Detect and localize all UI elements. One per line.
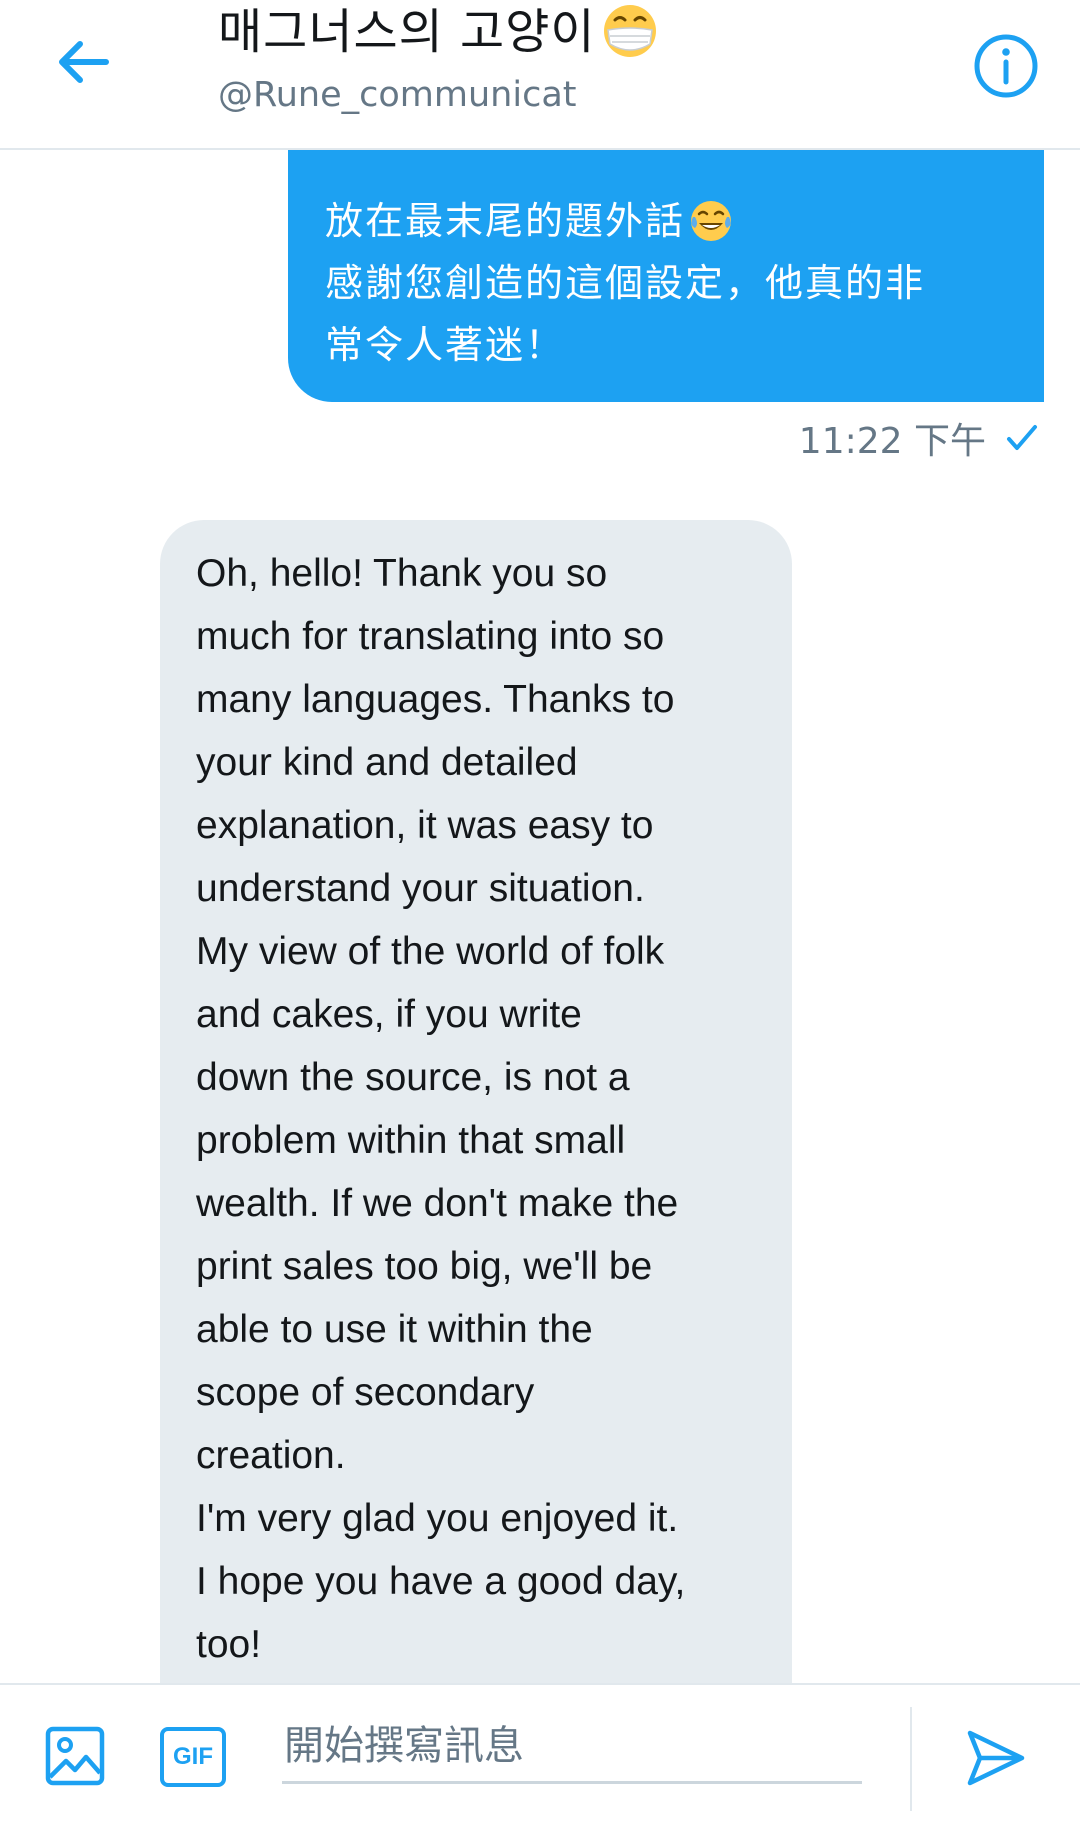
received-message-line: I hope you have a good day, (196, 1560, 686, 1603)
received-message-line: I'm very glad you enjoyed it. (196, 1497, 679, 1540)
gif-button[interactable]: GIF (160, 1727, 226, 1787)
conversation-title: 매그너스의 고양이 (218, 4, 596, 60)
received-message-line: your kind and detailed (196, 741, 578, 784)
received-message-line: able to use it within the (196, 1308, 593, 1351)
sent-message-line: 常令人著迷！ (325, 323, 566, 367)
add-media-button[interactable] (44, 1725, 106, 1787)
received-message-line: many languages. Thanks to (196, 678, 675, 721)
back-button[interactable] (52, 30, 116, 94)
sent-message-line: 感謝您創造的這個設定，他真的非 (325, 261, 926, 305)
received-message-line: understand your situation. (196, 867, 645, 910)
received-message-line: print sales too big, we'll be (196, 1245, 653, 1288)
message-input[interactable] (282, 1711, 862, 1784)
conversation-header: 매그너스의 고양이 @Rune_communicat (0, 0, 1080, 150)
sent-message-bubble[interactable]: 放在最末尾的題外話 感謝您創造的這個設定，他真的非 常令人著迷！ (288, 148, 1044, 402)
send-button[interactable] (962, 1725, 1028, 1791)
received-message-line: Oh, hello! Thank you so (196, 552, 608, 595)
arrow-left-icon (59, 41, 109, 83)
received-message-line: scope of secondary (196, 1371, 535, 1414)
received-message-bubble[interactable]: Oh, hello! Thank you so much for transla… (160, 520, 792, 1760)
received-message-line: down the source, is not a (196, 1056, 630, 1099)
conversation-title-block[interactable]: 매그너스의 고양이 @Rune_communicat (218, 2, 660, 118)
received-message-line: problem within that small (196, 1119, 626, 1162)
info-button[interactable] (972, 32, 1040, 100)
received-message-line: explanation, it was easy to (196, 804, 654, 847)
received-message-line: and cakes, if you write (196, 993, 582, 1036)
sent-message-text: 放在最末尾的題外話 (325, 199, 686, 243)
check-icon (1007, 425, 1037, 450)
received-message-line: My view of the world of folk (196, 930, 665, 973)
received-message-line: much for translating into so (196, 615, 665, 658)
mask-face-emoji-icon (603, 5, 656, 57)
received-message-line: wealth. If we don't make the (196, 1182, 679, 1225)
received-message-line: creation. (196, 1434, 346, 1477)
image-icon (45, 1726, 105, 1786)
message-timestamp: 11:22 下午 (798, 421, 986, 462)
composer-divider (910, 1707, 912, 1811)
send-icon (967, 1730, 1025, 1786)
title-row: 매그너스의 고양이 (218, 2, 660, 62)
received-message-line: too! (196, 1623, 262, 1666)
sent-message-line: 放在最末尾的題外話 (325, 190, 1008, 252)
message-composer: GIF (0, 1683, 1080, 1829)
joy-tears-emoji-icon (691, 201, 732, 241)
conversation-handle: @Rune_communicat (218, 75, 577, 115)
info-circle-icon (974, 34, 1038, 98)
message-meta: 11:22 下午 (799, 412, 1040, 464)
dm-conversation-screen: 매그너스의 고양이 @Rune_communicat 放在最末尾的題外話 感謝您… (0, 0, 1080, 1829)
